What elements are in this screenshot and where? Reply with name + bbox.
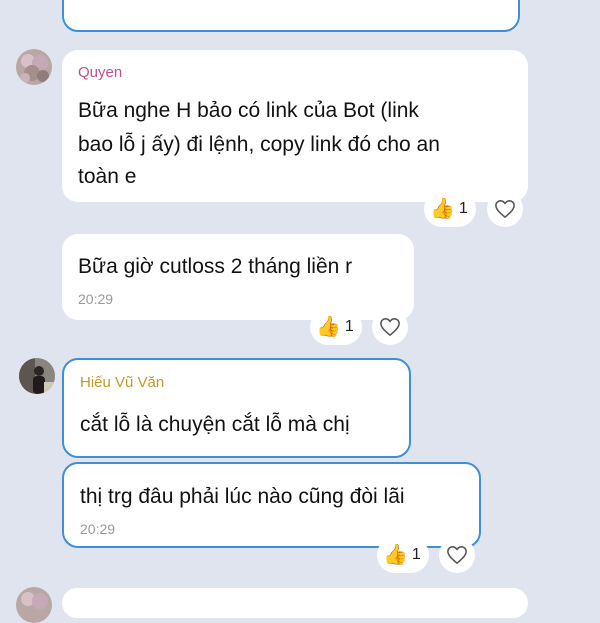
thumbs-up-icon: 👍 — [430, 198, 455, 220]
heart-react-button[interactable] — [487, 191, 523, 227]
flower-photo-avatar-icon — [16, 587, 52, 623]
message-text: thị trg đâu phải lúc nào cũng đòi lãi — [80, 485, 405, 508]
heart-react-button[interactable] — [439, 537, 475, 573]
reaction-thumbs-up[interactable]: 👍 1 — [377, 537, 429, 573]
sender-name[interactable]: Hiếu Vũ Văn — [80, 374, 164, 391]
heart-outline-icon — [447, 546, 467, 564]
avatar-quyen[interactable] — [16, 49, 52, 85]
message-timestamp: 20:29 — [78, 291, 114, 307]
reaction-thumbs-up[interactable]: 👍 1 — [424, 191, 476, 227]
thumbs-up-icon: 👍 — [316, 316, 341, 338]
message-text-line-1: Bữa nghe H bảo có link của Bot (link — [78, 99, 419, 122]
message-text: Bữa giờ cutloss 2 tháng liền r — [78, 255, 353, 278]
message-text: cắt lỗ là chuyện cắt lỗ mà chị — [80, 413, 350, 436]
reaction-count: 1 — [411, 546, 421, 563]
message-timestamp: 20:29 — [80, 521, 116, 537]
heart-outline-icon — [495, 200, 515, 218]
message-bubble-quyen[interactable]: Quyen Bữa nghe H bảo có link của Bot (li… — [62, 50, 528, 202]
flower-photo-avatar-icon — [16, 49, 52, 85]
message-bubble-next[interactable] — [62, 588, 528, 618]
message-bubble-cutloss[interactable]: Bữa giờ cutloss 2 tháng liền r 20:29 — [62, 234, 414, 320]
message-bubble-market[interactable]: thị trg đâu phải lúc nào cũng đòi lãi 20… — [62, 462, 481, 548]
message-text-line-3: toàn e — [78, 165, 137, 188]
reaction-count: 1 — [458, 200, 468, 217]
reaction-count: 1 — [344, 318, 354, 335]
avatar-next[interactable] — [16, 587, 52, 623]
heart-outline-icon — [380, 318, 400, 336]
message-bubble-previous[interactable]: cho an toàn. — [62, 0, 520, 32]
message-text: cho an toàn. — [80, 0, 196, 8]
sender-name[interactable]: Quyen — [78, 64, 122, 81]
thumbs-up-icon: 👍 — [383, 544, 408, 566]
message-bubble-hieu[interactable]: Hiếu Vũ Văn cắt lỗ là chuyện cắt lỗ mà c… — [62, 358, 411, 458]
heart-react-button[interactable] — [372, 309, 408, 345]
reaction-thumbs-up[interactable]: 👍 1 — [310, 309, 362, 345]
person-photo-avatar-icon — [19, 358, 55, 394]
avatar-hieu[interactable] — [19, 358, 55, 394]
message-text-line-2: bao lỗ j ấy) đi lệnh, copy link đó cho a… — [78, 133, 440, 156]
